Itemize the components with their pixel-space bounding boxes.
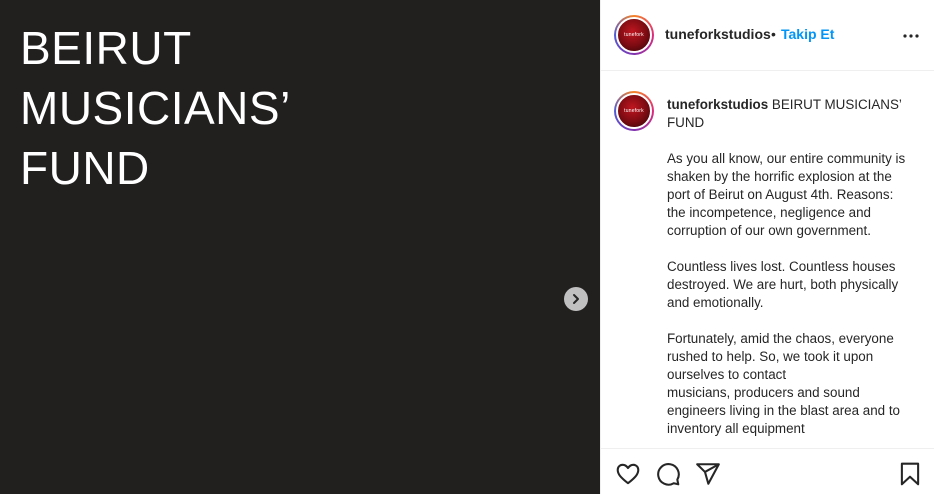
post-side-panel: tunefork tuneforkstudios • Takip Et tune…	[600, 0, 934, 494]
caption-username[interactable]: tuneforkstudios	[667, 97, 768, 112]
share-icon[interactable]	[695, 461, 721, 487]
caption-paragraph: Fortunately, amid the chaos, everyone ru…	[667, 331, 894, 382]
avatar-logo-text: tunefork	[624, 108, 644, 114]
heart-icon[interactable]	[615, 461, 641, 487]
caption-paragraph: Countless lives lost. Countless houses d…	[667, 259, 899, 310]
avatar[interactable]: tunefork	[614, 15, 654, 55]
caption-paragraph: musicians, producers and sound engineers…	[667, 385, 901, 436]
header-username[interactable]: tuneforkstudios	[665, 26, 771, 42]
more-horizontal-icon	[903, 34, 919, 38]
post-image[interactable]: BEIRUT MUSICIANS’ FUND	[0, 0, 600, 494]
caption-avatar[interactable]: tunefork	[614, 91, 654, 131]
avatar-logo-text: tunefork	[624, 32, 644, 38]
next-slide-button[interactable]	[564, 287, 588, 311]
action-bar	[601, 448, 934, 494]
caption-area[interactable]: tunefork tuneforkstudios BEIRUT MUSICIAN…	[601, 72, 934, 448]
post-header: tunefork tuneforkstudios • Takip Et	[601, 0, 934, 71]
caption-text: tuneforkstudios BEIRUT MUSICIANS’ FUND A…	[667, 96, 912, 438]
header-separator: •	[771, 26, 776, 42]
comment-icon[interactable]	[655, 461, 681, 487]
more-options-button[interactable]	[901, 26, 921, 46]
bookmark-icon[interactable]	[897, 461, 923, 487]
post-image-title: BEIRUT MUSICIANS’ FUND	[20, 22, 291, 194]
chevron-right-icon	[573, 294, 579, 304]
caption-paragraph: As you all know, our entire community is…	[667, 151, 906, 238]
follow-button[interactable]: Takip Et	[781, 26, 834, 42]
